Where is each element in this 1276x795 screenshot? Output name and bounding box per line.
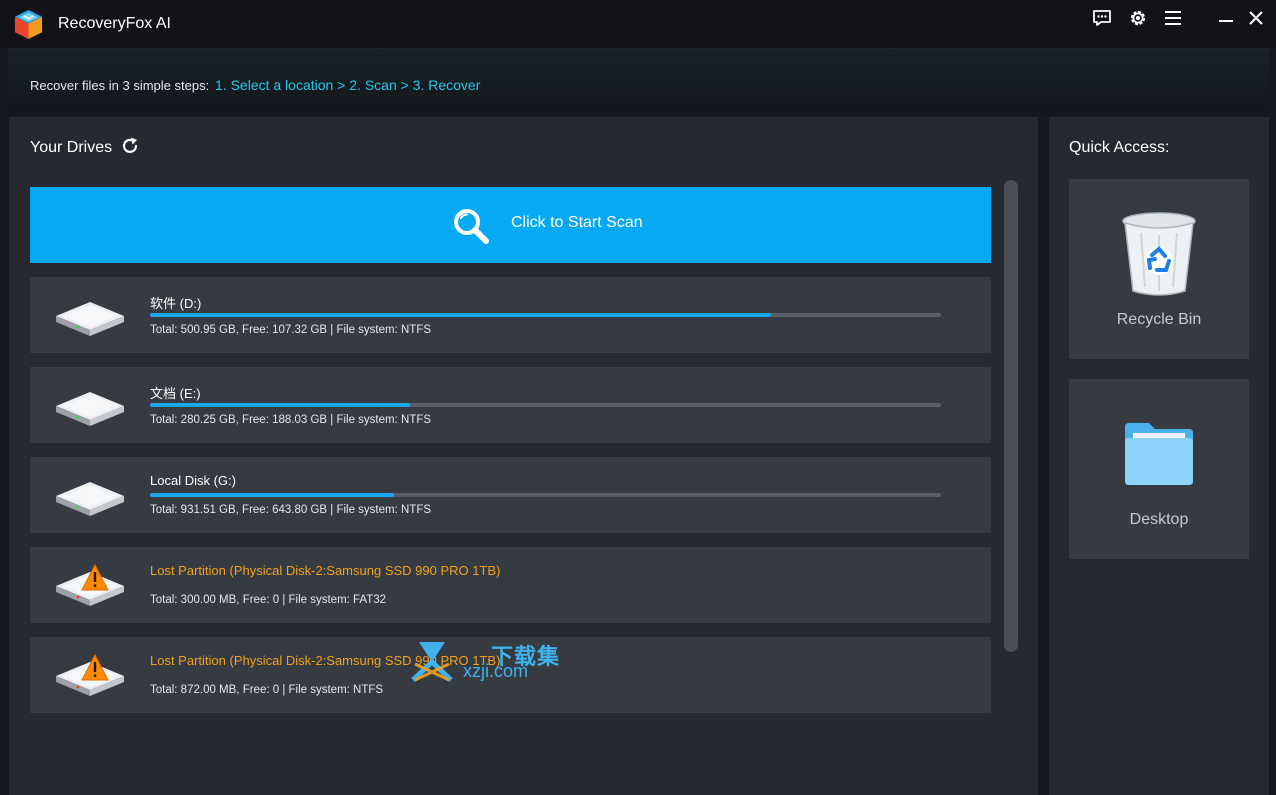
drive-item-lost[interactable]: Lost Partition (Physical Disk-2:Samsung … xyxy=(30,547,991,623)
quick-access-panel: Quick Access: Recycle Bin Desktop xyxy=(1049,117,1269,795)
drive-name: Lost Partition (Physical Disk-2:Samsung … xyxy=(150,563,501,578)
steps-intro: Recover files in 3 simple steps: xyxy=(30,78,210,93)
minimize-icon xyxy=(1219,20,1233,22)
minimize-button[interactable] xyxy=(1215,7,1237,29)
usage-bar-fill xyxy=(150,313,771,317)
drives-title: Your Drives xyxy=(30,139,113,156)
recycle-bin-icon xyxy=(1122,212,1196,296)
app-logo-icon xyxy=(14,9,43,40)
quick-access-desktop[interactable]: Desktop xyxy=(1069,379,1249,559)
drive-name: Local Disk (G:) xyxy=(150,473,236,488)
steps-path: 1. Select a location > 2. Scan > 3. Reco… xyxy=(215,77,481,93)
usage-bar xyxy=(150,313,941,317)
quick-access-title: Quick Access: xyxy=(1069,139,1170,156)
title-bar: RecoveryFox AI xyxy=(0,0,1276,48)
usage-bar-fill xyxy=(150,493,395,497)
usage-bar-fill xyxy=(150,403,411,407)
drive-name: 软件 (D:) xyxy=(150,296,202,311)
drive-name: 文档 (E:) xyxy=(150,386,201,401)
usage-bar xyxy=(150,493,941,497)
close-icon xyxy=(1249,11,1263,25)
usage-bar xyxy=(150,403,941,407)
hard-drive-icon xyxy=(56,482,124,516)
hard-drive-warning-icon xyxy=(56,653,124,696)
feedback-button[interactable] xyxy=(1091,7,1113,29)
quick-access-label: Desktop xyxy=(1129,511,1189,528)
hard-drive-icon xyxy=(56,392,124,426)
drive-info: Total: 300.00 MB, Free: 0 | File system:… xyxy=(150,594,387,606)
drive-info: Total: 872.00 MB, Free: 0 | File system:… xyxy=(150,684,384,696)
gear-icon xyxy=(1130,10,1146,26)
hard-drive-icon xyxy=(56,302,124,336)
drive-item[interactable]: Local Disk (G:) Total: 931.51 GB, Free: … xyxy=(30,457,991,533)
search-icon xyxy=(454,209,489,244)
settings-button[interactable] xyxy=(1127,7,1149,29)
chat-icon xyxy=(1093,10,1111,26)
start-scan-button[interactable]: Click to Start Scan xyxy=(30,187,991,263)
hard-drive-warning-icon xyxy=(56,563,124,606)
menu-icon xyxy=(1165,11,1181,25)
drive-item[interactable]: 软件 (D:) Total: 500.95 GB, Free: 107.32 G… xyxy=(30,277,991,353)
drives-panel: Your Drives Click to Start Scan 软件 (D:) … xyxy=(9,117,1038,795)
drive-item[interactable]: 文档 (E:) Total: 280.25 GB, Free: 188.03 G… xyxy=(30,367,991,443)
quick-access-label: Recycle Bin xyxy=(1116,311,1202,328)
drive-info: Total: 931.51 GB, Free: 643.80 GB | File… xyxy=(150,504,432,516)
quick-access-recycle-bin[interactable]: Recycle Bin xyxy=(1069,179,1249,359)
folder-icon xyxy=(1125,423,1193,485)
drives-scrollbar[interactable] xyxy=(1004,180,1018,652)
steps-banner: Recover files in 3 simple steps: 1. Sele… xyxy=(8,48,1269,115)
app-title: RecoveryFox AI xyxy=(58,15,171,32)
close-button[interactable] xyxy=(1245,7,1267,29)
watermark-url: xzji.com xyxy=(463,661,529,681)
refresh-icon[interactable] xyxy=(120,136,140,156)
drive-info: Total: 500.95 GB, Free: 107.32 GB | File… xyxy=(150,324,432,336)
menu-button[interactable] xyxy=(1162,7,1184,29)
start-scan-label: Click to Start Scan xyxy=(511,214,643,231)
drive-info: Total: 280.25 GB, Free: 188.03 GB | File… xyxy=(150,414,432,426)
